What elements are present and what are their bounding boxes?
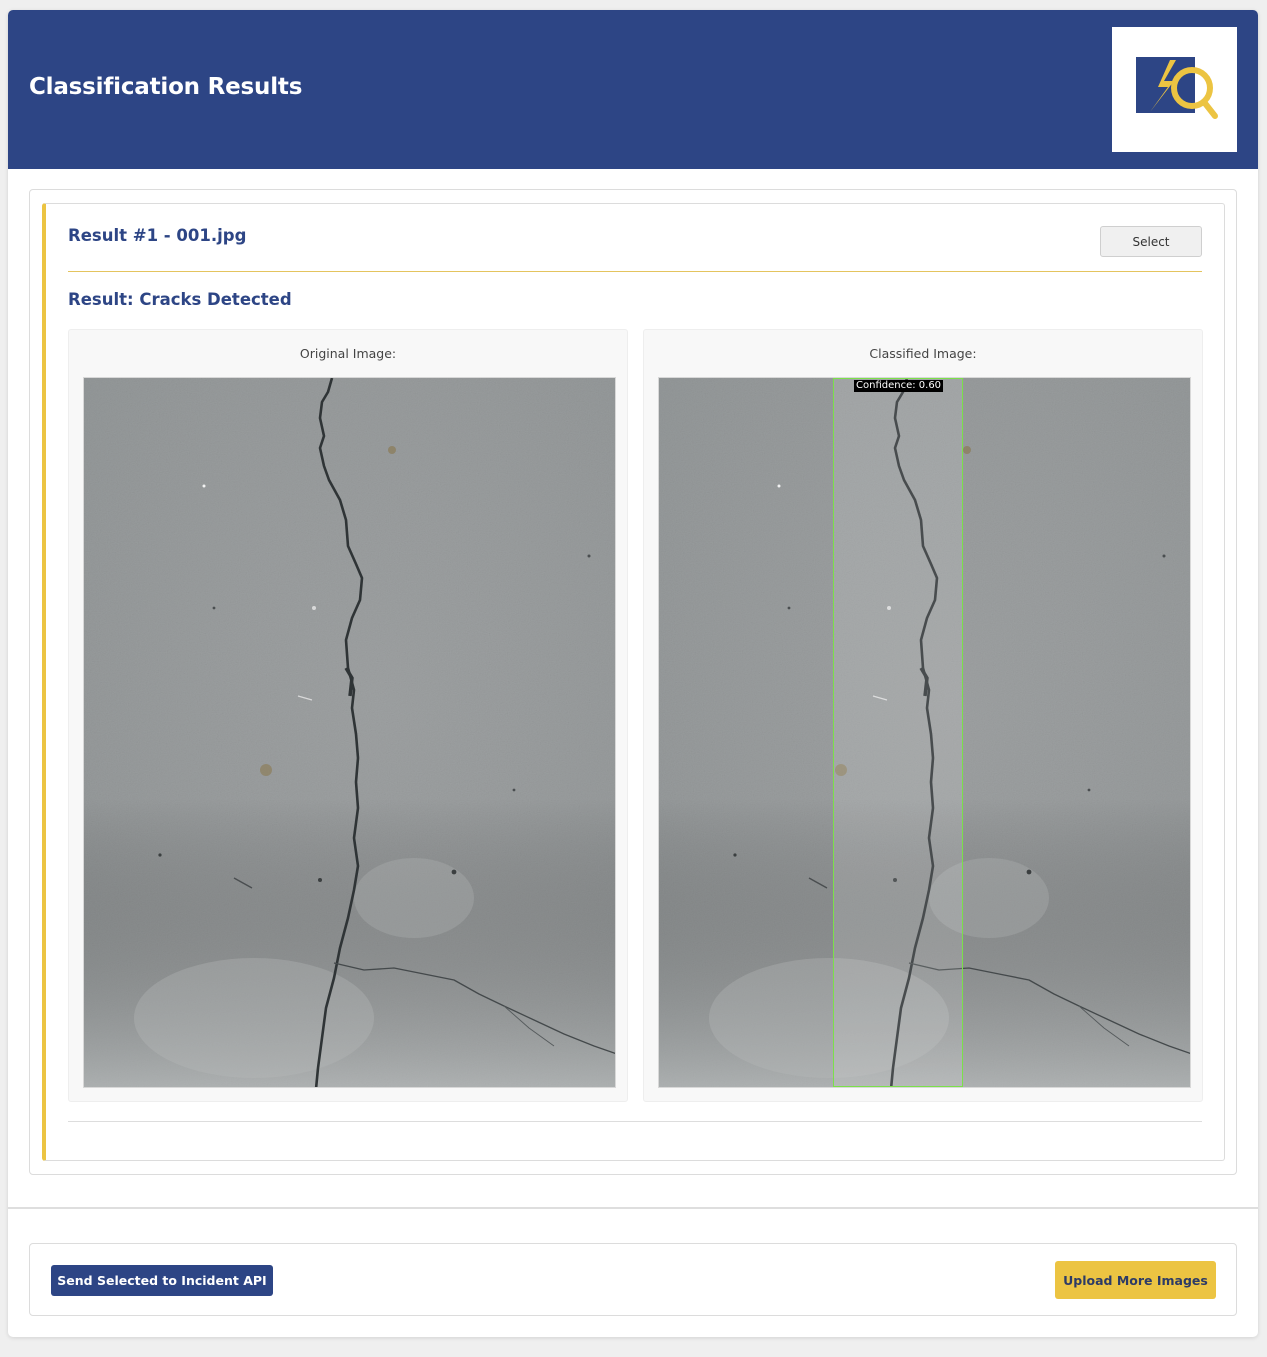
original-image bbox=[83, 377, 616, 1088]
upload-more-images-button[interactable]: Upload More Images bbox=[1055, 1261, 1216, 1299]
classified-image: Confidence: 0.60 bbox=[658, 377, 1191, 1088]
divider bbox=[68, 1121, 1202, 1122]
result-status: Result: Cracks Detected bbox=[68, 290, 292, 309]
detection-bounding-box: Confidence: 0.60 bbox=[833, 378, 963, 1087]
page-header: Classification Results bbox=[8, 10, 1258, 169]
result-card: Result #1 - 001.jpg Select Result: Crack… bbox=[42, 203, 1225, 1161]
original-image-panel: Original Image: bbox=[68, 329, 628, 1102]
classified-image-panel: Classified Image: Confidence: 0.60 bbox=[643, 329, 1203, 1102]
results-panel: Result #1 - 001.jpg Select Result: Crack… bbox=[29, 189, 1237, 1175]
classified-image-caption: Classified Image: bbox=[869, 346, 977, 361]
page-title: Classification Results bbox=[29, 74, 303, 100]
select-button[interactable]: Select bbox=[1100, 226, 1202, 257]
magnifier-lightning-logo-icon bbox=[1136, 57, 1218, 119]
action-bar: Send Selected to Incident API Upload Mor… bbox=[29, 1243, 1237, 1316]
original-image-caption: Original Image: bbox=[299, 346, 397, 361]
divider bbox=[68, 271, 1202, 272]
confidence-label: Confidence: 0.60 bbox=[854, 380, 944, 392]
send-to-incident-api-button[interactable]: Send Selected to Incident API bbox=[51, 1265, 273, 1296]
app-logo bbox=[1112, 27, 1237, 152]
section-divider bbox=[8, 1207, 1258, 1209]
result-title: Result #1 - 001.jpg bbox=[68, 226, 247, 245]
app-window: Classification Results Result #1 - 001.j… bbox=[8, 10, 1258, 1337]
